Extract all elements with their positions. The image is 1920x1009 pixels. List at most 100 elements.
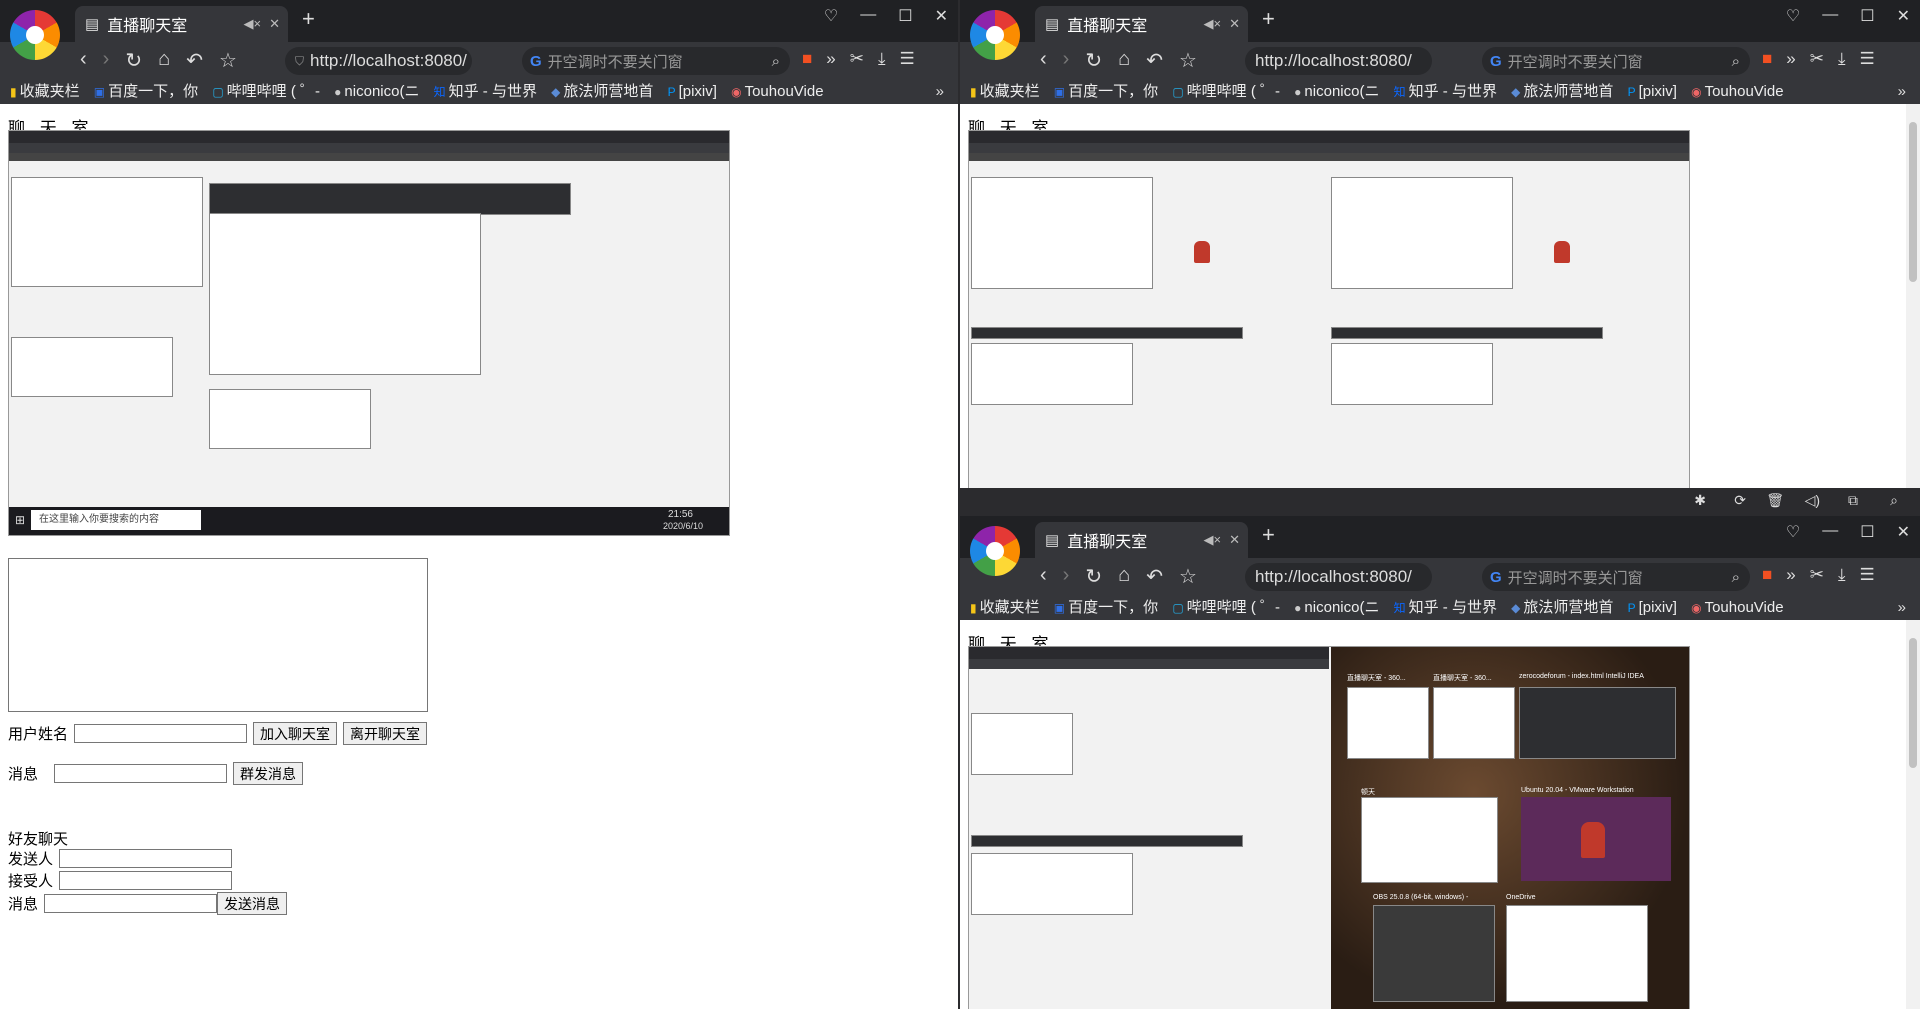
bookmark-item[interactable]: ▣ 百度一下，你 [94,80,198,104]
more-icon[interactable]: » [1786,565,1795,585]
search-box[interactable]: G 开空调时不要关门窗 ⌕ [1482,563,1750,591]
refresh-icon[interactable]: ⟳ [1734,492,1746,509]
more-icon[interactable]: » [826,49,835,69]
chat-log[interactable] [8,558,428,712]
bookmark-item[interactable]: P [pixiv] [1628,596,1677,620]
bookmarks-more-icon[interactable]: » [1898,596,1906,620]
maximize-icon[interactable]: ☐ [898,6,912,26]
search-icon[interactable]: ⌕ [1732,53,1740,70]
sender-input[interactable] [59,849,233,868]
minimize-icon[interactable]: — [1822,6,1838,26]
menu-icon[interactable]: ☰ [900,49,915,69]
undo-icon[interactable]: ↶ [1146,564,1163,589]
alt-tab-thumb[interactable] [1433,687,1515,759]
bookmark-item[interactable]: ▣ 百度一下，你 [1054,80,1158,104]
scrollbar[interactable] [1906,104,1920,488]
join-button[interactable]: 加入聊天室 [253,722,338,745]
shirt-icon[interactable]: ♡ [1786,6,1800,26]
bookmark-item[interactable]: ◆ 旅法师营地首 [1511,80,1613,104]
start-icon[interactable]: ⊞ [15,513,25,527]
alt-tab-thumb[interactable] [1506,905,1648,1002]
send-button[interactable]: 发送消息 [217,892,288,915]
close-tab-icon[interactable]: ✕ [269,16,280,32]
message-input[interactable] [54,764,228,783]
browser-logo-icon[interactable] [970,526,1020,576]
apps-icon[interactable]: ■ [802,49,812,69]
username-input[interactable] [74,724,248,743]
search-icon[interactable]: ⌕ [772,53,780,70]
close-tab-icon[interactable]: ✕ [1229,16,1240,32]
bookmark-item[interactable]: ● niconico(ニ [1294,80,1379,104]
search-box[interactable]: G 开空调时不要关门窗 ⌕ [522,47,790,75]
undo-icon[interactable]: ↶ [186,48,203,73]
download-icon[interactable]: ⤓ [1838,565,1846,585]
back-icon[interactable]: ‹ [80,48,87,73]
back-icon[interactable]: ‹ [1040,564,1047,589]
forward-icon[interactable]: › [103,48,110,73]
scissors-icon[interactable]: ✂ [1810,49,1824,69]
apps-icon[interactable]: ■ [1762,49,1772,69]
reload-icon[interactable]: ↻ [125,48,142,73]
home-icon[interactable]: ⌂ [1118,48,1130,73]
star-icon[interactable]: ☆ [1179,564,1197,589]
bookmark-item[interactable]: ● niconico(ニ [334,80,419,104]
reload-icon[interactable]: ↻ [1085,564,1102,589]
undo-icon[interactable]: ↶ [1146,48,1163,73]
scissors-icon[interactable]: ✂ [1810,565,1824,585]
mute-icon[interactable]: ◀× [244,16,262,32]
bookmark-item[interactable]: 知知乎 - 与世界 [1394,596,1497,620]
mute-icon[interactable]: ◀× [1204,532,1222,548]
scissors-icon[interactable]: ✂ [850,49,864,69]
menu-icon[interactable]: ☰ [1860,49,1875,69]
shirt-icon[interactable]: ♡ [824,6,838,26]
shirt-icon[interactable]: ♡ [1786,522,1800,542]
alt-tab-thumb[interactable] [1519,687,1676,759]
browser-logo-icon[interactable] [970,10,1020,60]
address-bar[interactable]: ⛉ http://localhost:8080/ [285,47,472,75]
back-icon[interactable]: ‹ [1040,48,1047,73]
new-tab-icon[interactable]: + [1262,6,1275,32]
close-icon[interactable]: ✕ [1897,522,1910,542]
bookmark-item[interactable]: ▢ 哔哩哔哩 ( ゜- [1172,80,1280,104]
search-box[interactable]: G 开空调时不要关门窗 ⌕ [1482,47,1750,75]
reload-icon[interactable]: ↻ [1085,48,1102,73]
home-icon[interactable]: ⌂ [1118,564,1130,589]
browser-logo-icon[interactable] [10,10,60,60]
tab-chatroom[interactable]: ▤ 直播聊天室 ◀× ✕ [1035,522,1248,558]
tab-chatroom[interactable]: ▤ 直播聊天室 ◀× ✕ [1035,6,1248,42]
bookmarks-more-icon[interactable]: » [936,80,944,104]
forward-icon[interactable]: › [1063,564,1070,589]
bookmark-item[interactable]: ● niconico(ニ [1294,596,1379,620]
bookmark-item[interactable]: 知知乎 - 与世界 [1394,80,1497,104]
close-icon[interactable]: ✕ [1897,6,1910,26]
zoom-icon[interactable]: ⌕ [1890,492,1898,509]
apps-icon[interactable]: ■ [1762,565,1772,585]
home-icon[interactable]: ⌂ [158,48,170,73]
new-tab-icon[interactable]: + [302,6,315,32]
bookmark-item[interactable]: ◉ TouhouVide [1691,80,1783,104]
star-icon[interactable]: ☆ [219,48,237,73]
bookmark-item[interactable]: 知知乎 - 与世界 [434,80,537,104]
bookmark-folder[interactable]: ▮ 收藏夹栏 [10,80,80,104]
broadcast-button[interactable]: 群发消息 [233,762,304,785]
bookmarks-more-icon[interactable]: » [1898,80,1906,104]
maximize-icon[interactable]: ☐ [1860,6,1874,26]
bookmark-item[interactable]: ▣ 百度一下，你 [1054,596,1158,620]
alt-tab-thumb[interactable] [1361,797,1498,883]
close-icon[interactable]: ✕ [935,6,948,26]
bookmark-item[interactable]: ▢ 哔哩哔哩 ( ゜- [1172,596,1280,620]
minimize-icon[interactable]: — [1822,522,1838,542]
bookmark-item[interactable]: ▢ 哔哩哔哩 ( ゜- [212,80,320,104]
window-icon[interactable]: ⧉ [1848,492,1858,509]
bookmark-item[interactable]: ◉ TouhouVide [731,80,823,104]
star-icon[interactable]: ☆ [1179,48,1197,73]
friend-message-input[interactable] [44,894,218,913]
download-icon[interactable]: ⤓ [1838,49,1846,69]
menu-icon[interactable]: ☰ [1860,565,1875,585]
maximize-icon[interactable]: ☐ [1860,522,1874,542]
close-tab-icon[interactable]: ✕ [1229,532,1240,548]
search-icon[interactable]: ⌕ [1732,569,1740,586]
bookmark-folder[interactable]: ▮ 收藏夹栏 [970,596,1040,620]
bookmark-item[interactable]: P [pixiv] [1628,80,1677,104]
receiver-input[interactable] [59,871,233,890]
